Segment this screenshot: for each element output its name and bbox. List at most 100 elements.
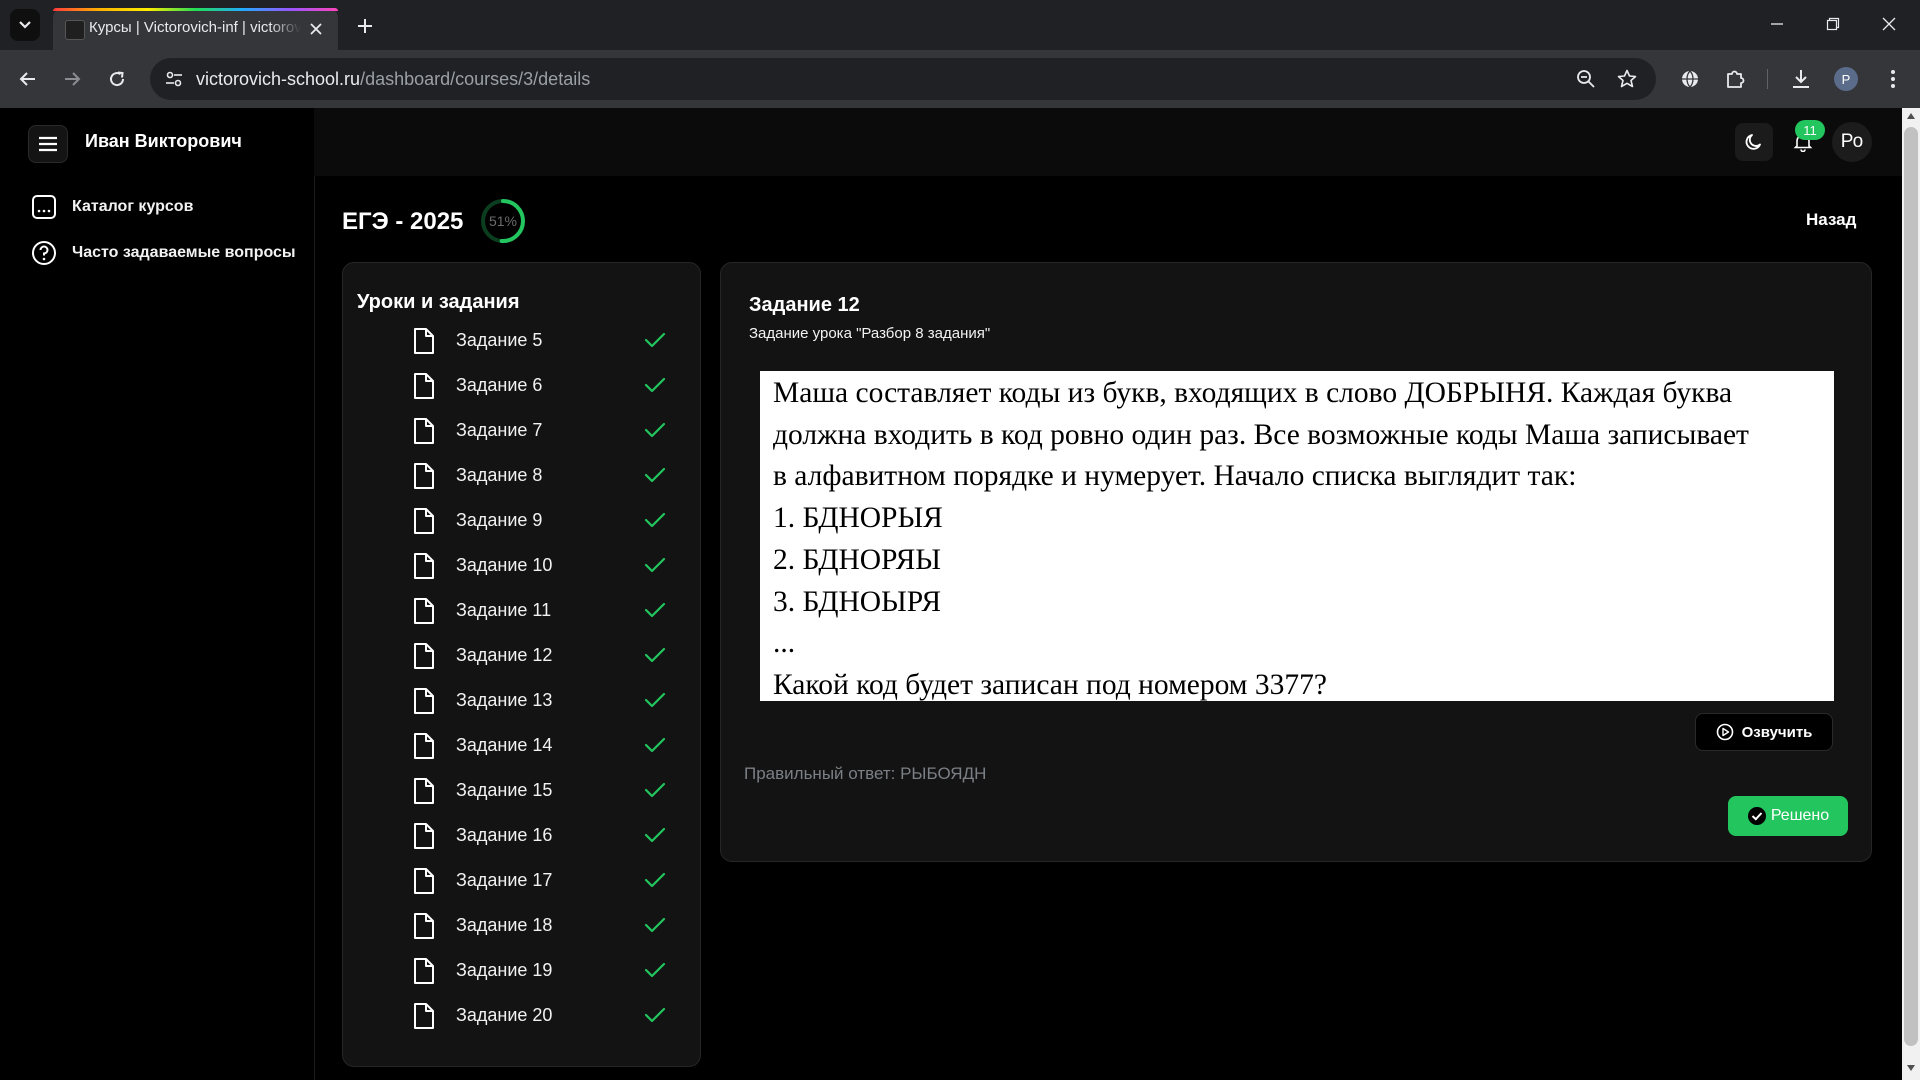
reload-icon [110,71,125,87]
task-line: должна входить в код ровно один раз. Все… [773,418,1749,451]
arrow-left-icon [19,72,35,86]
url-path: /dashboard/courses/3/details [360,69,591,89]
scrollbar-thumb[interactable] [1904,127,1918,1046]
document-icon [414,373,434,399]
lesson-item[interactable]: Задание 8 [411,458,666,494]
translate-button[interactable] [1674,63,1706,95]
check-icon [644,602,666,618]
document-icon [414,643,434,669]
lesson-item[interactable]: Задание 5 [411,323,666,359]
lesson-item[interactable]: Задание 20 [411,998,666,1034]
check-icon [644,962,666,978]
lesson-item[interactable]: Задание 6 [411,368,666,404]
lesson-item[interactable]: Задание 11 [411,593,666,629]
window-close-button[interactable] [1866,8,1912,40]
tab-title: Курсы | Victorovich-inf | victorovich-sc… [89,19,301,36]
lesson-label: Задание 8 [456,465,543,485]
lesson-item[interactable]: Задание 13 [411,683,666,719]
bookmark-button[interactable] [1613,65,1641,93]
document-icon [414,1003,434,1029]
document-icon [414,418,434,444]
notifications-count-badge: 11 [1795,120,1825,140]
lesson-item[interactable]: Задание 15 [411,773,666,809]
lesson-item[interactable]: Задание 19 [411,953,666,989]
restore-button[interactable] [1810,8,1856,40]
site-info-button[interactable] [158,63,190,95]
zoom-button[interactable] [1572,65,1600,93]
document-icon [414,778,434,804]
progress-percent: 51% [488,213,518,229]
address-bar[interactable]: victorovich-school.ru/dashboard/courses/… [150,58,1656,100]
menu-toggle-button[interactable] [28,125,68,163]
minimize-button[interactable] [1754,8,1800,40]
task-line: 1. БДНОРЫЯ [773,502,943,535]
close-icon [310,23,322,35]
speak-button[interactable]: Озвучить [1695,713,1833,751]
help-circle-icon [30,239,58,267]
solved-button[interactable]: Решено [1728,796,1848,836]
browser-menu-button[interactable] [1877,63,1909,95]
document-icon [414,328,434,354]
downloads-button[interactable] [1785,63,1817,95]
toolbar-separator [1767,69,1768,89]
lesson-item[interactable]: Задание 17 [411,863,666,899]
user-name: Иван Викторович [85,131,242,151]
new-tab-button[interactable] [349,10,381,42]
lessons-title: Уроки и задания [357,291,520,313]
url-text[interactable]: victorovich-school.ru/dashboard/courses/… [196,69,590,90]
profile-button[interactable]: P [1834,67,1858,91]
check-icon [644,557,666,573]
task-title: Задание 12 [749,294,860,316]
lesson-label: Задание 15 [456,780,553,800]
lesson-item[interactable]: Задание 18 [411,908,666,944]
back-link[interactable]: Назад [1806,210,1856,230]
lesson-label: Задание 7 [456,420,543,440]
browser-tab-active[interactable]: Курсы | Victorovich-inf | victorovich-sc… [53,8,338,50]
hamburger-icon [39,136,57,152]
puzzle-icon [1727,70,1745,88]
sidebar-item-faq[interactable]: Часто задаваемые вопросы [30,236,296,270]
document-icon [414,553,434,579]
lesson-item[interactable]: Задание 7 [411,413,666,449]
lesson-item[interactable]: Задание 9 [411,503,666,539]
document-icon [414,598,434,624]
sidebar [0,176,315,1080]
document-icon [414,823,434,849]
lesson-label: Задание 5 [456,330,543,350]
globe-icon [1682,70,1698,88]
tab-close-button[interactable] [307,20,325,38]
theme-toggle-button[interactable] [1735,123,1773,161]
task-line: 2. БДНОРЯЫ [773,543,941,576]
scroll-down-icon [1907,1065,1915,1071]
extensions-button[interactable] [1719,63,1751,95]
lesson-label: Задание 17 [456,870,553,890]
plus-icon [358,19,372,33]
catalog-icon [30,193,58,221]
zoom-out-icon [1577,70,1595,88]
close-icon [1882,17,1896,31]
tab-search-button[interactable] [10,9,40,41]
lesson-item[interactable]: Задание 12 [411,638,666,674]
check-icon [644,422,666,438]
lesson-item[interactable]: Задание 16 [411,818,666,854]
check-icon [644,917,666,933]
forward-button[interactable] [56,63,88,95]
sidebar-item-label: Часто задаваемые вопросы [72,244,296,261]
tune-icon [166,71,182,87]
lesson-label: Задание 11 [456,600,552,620]
back-button[interactable] [12,63,44,95]
reload-button[interactable] [101,63,133,95]
document-icon [414,508,434,534]
avatar[interactable]: Ро [1832,122,1872,162]
task-line: в алфавитном порядке и нумерует. Начало … [773,460,1577,493]
download-icon [1793,70,1809,88]
document-icon [414,958,434,984]
lesson-item[interactable]: Задание 14 [411,728,666,764]
task-statement-image: Маша составляет коды из букв, входящих в… [760,371,1834,701]
sidebar-item-catalog[interactable]: Каталог курсов [30,190,193,224]
document-icon [414,913,434,939]
check-icon [644,512,666,528]
lesson-item[interactable]: Задание 10 [411,548,666,584]
check-icon [644,737,666,753]
correct-answer-text: Правильный ответ: РЫБОЯДН [744,764,987,783]
